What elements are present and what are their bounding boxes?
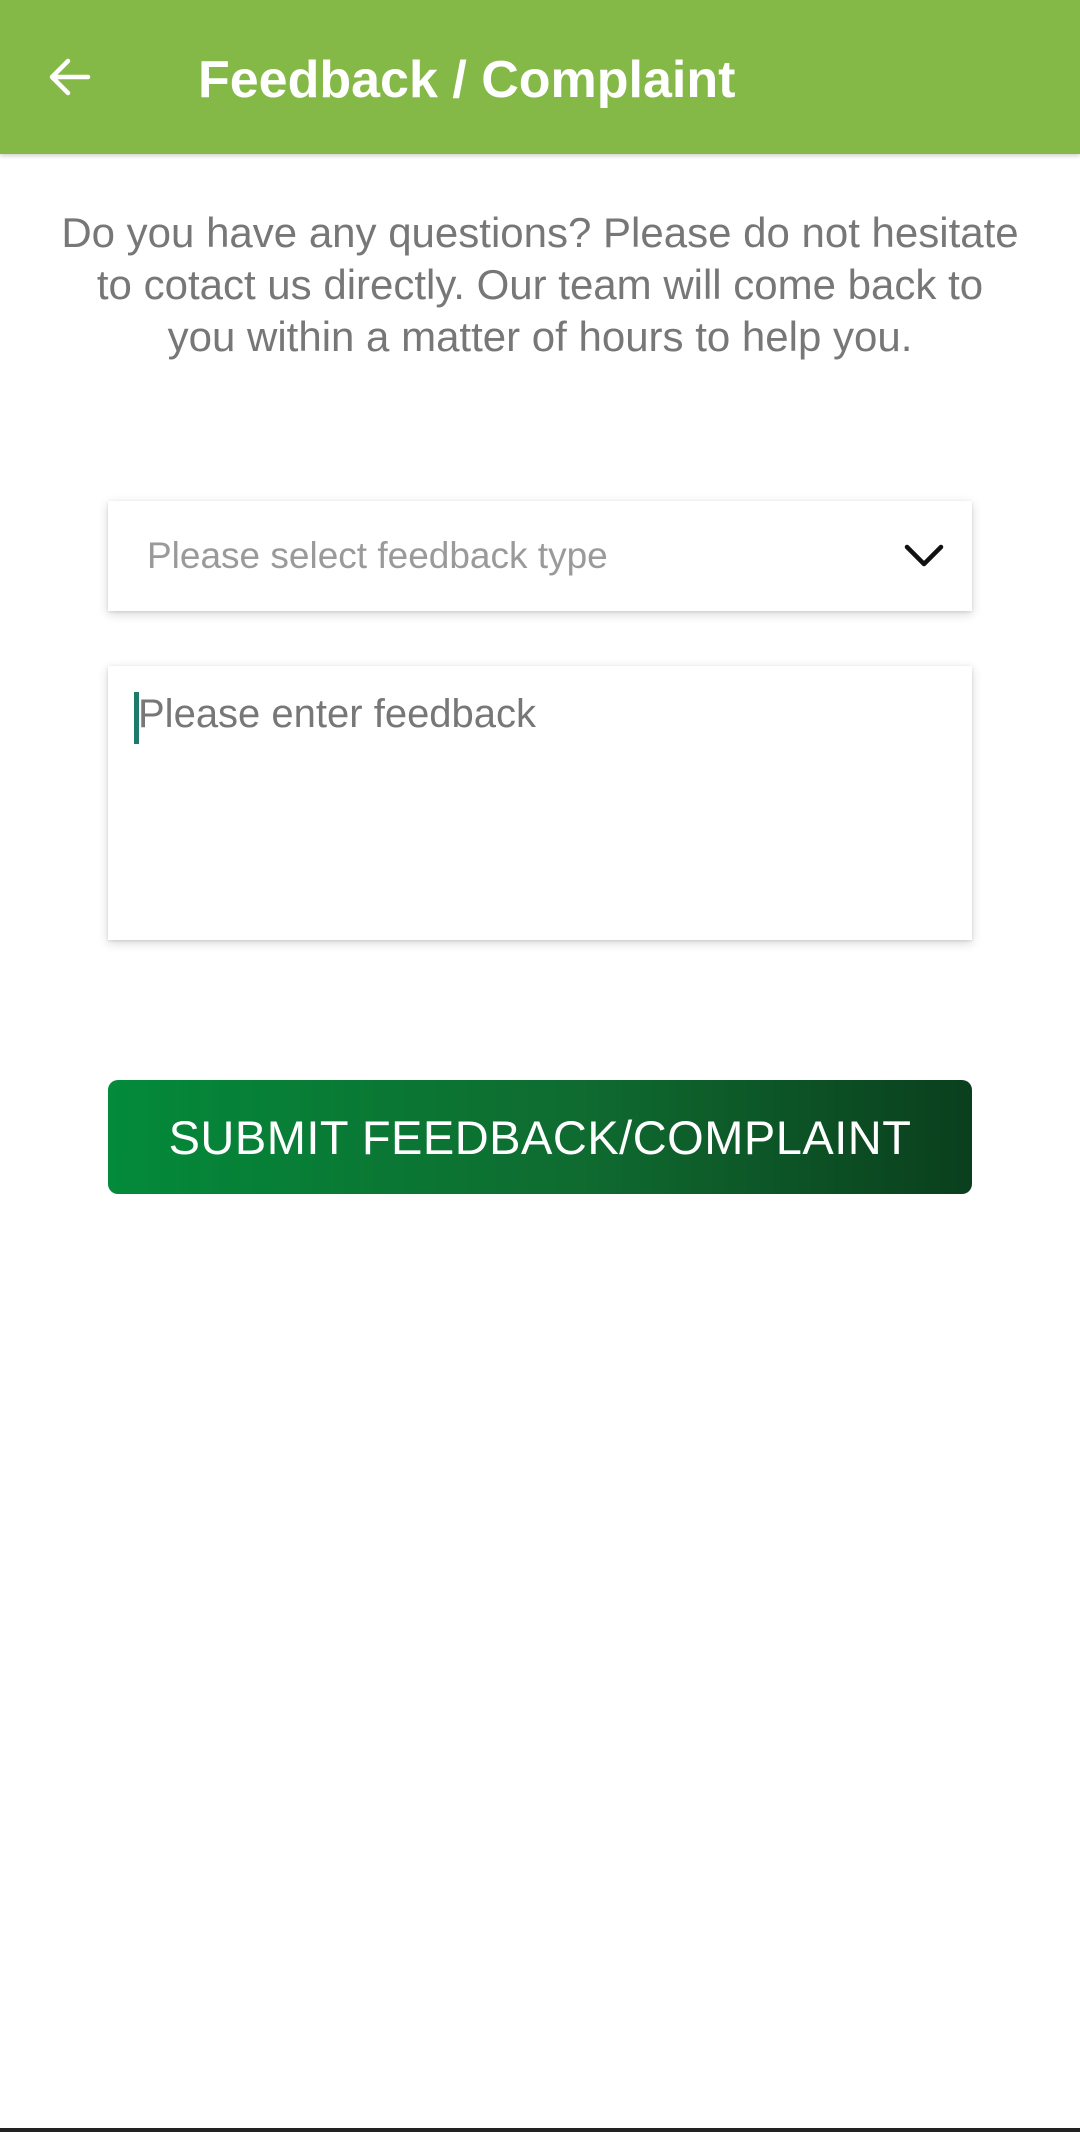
- bottom-divider: [0, 2128, 1080, 2132]
- submit-feedback-button[interactable]: SUBMIT FEEDBACK/COMPLAINT: [108, 1080, 972, 1194]
- chevron-down-icon: [904, 544, 944, 567]
- intro-text: Do you have any questions? Please do not…: [61, 209, 1019, 360]
- page-title: Feedback / Complaint: [198, 51, 736, 109]
- arrow-left-icon: [49, 58, 91, 96]
- feedback-type-placeholder: Please select feedback type: [147, 535, 608, 576]
- back-button[interactable]: [30, 37, 110, 117]
- feedback-input-container: [108, 666, 972, 940]
- feedback-input[interactable]: [138, 690, 948, 916]
- app-bar: Feedback / Complaint: [0, 0, 1080, 154]
- feedback-type-select[interactable]: Please select feedback type: [108, 501, 972, 611]
